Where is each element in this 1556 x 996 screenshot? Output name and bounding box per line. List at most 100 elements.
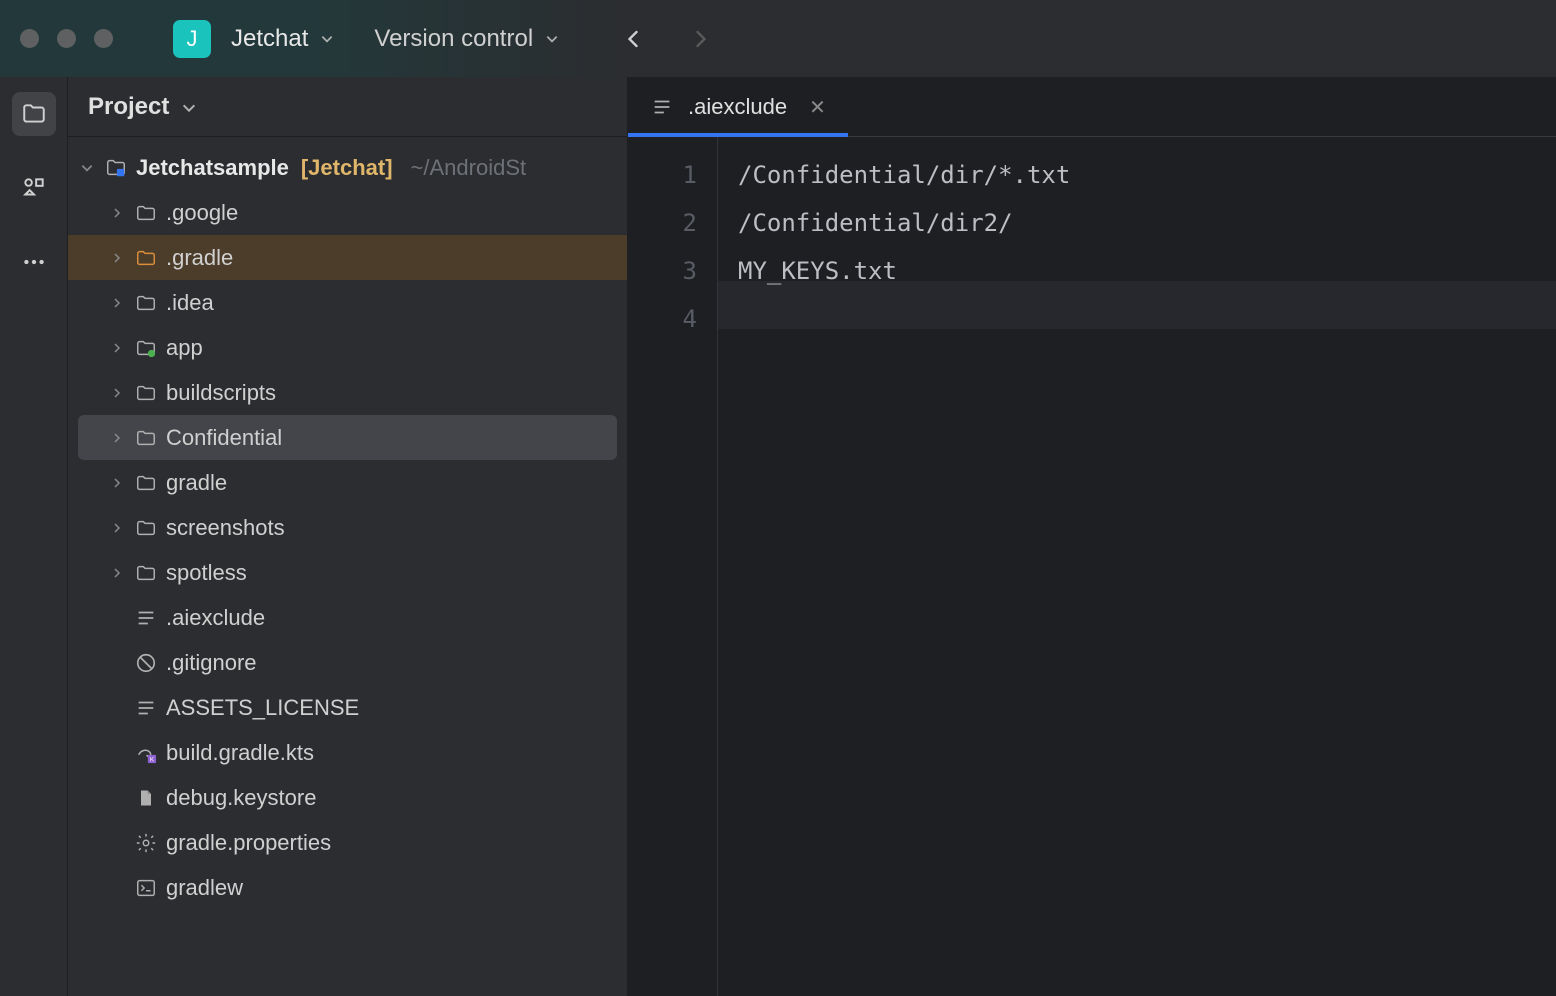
project-name: Jetchat bbox=[231, 25, 308, 53]
code-line: MY_KEYS.txt bbox=[738, 247, 1556, 295]
main-area: Project Jetchatsample [Jetchat] ~/Androi… bbox=[0, 77, 1556, 996]
code-line: /Confidential/dir2/ bbox=[738, 199, 1556, 247]
chevron-right-icon[interactable] bbox=[108, 297, 126, 309]
folder-icon bbox=[134, 201, 158, 225]
folder-icon bbox=[134, 426, 158, 450]
tree-item-label: .aiexclude bbox=[166, 605, 265, 631]
folder-icon bbox=[134, 561, 158, 585]
tree-root[interactable]: Jetchatsample [Jetchat] ~/AndroidSt bbox=[68, 145, 627, 190]
app-badge-letter: J bbox=[187, 26, 198, 52]
code-body: 1234 /Confidential/dir/*.txt/Confidentia… bbox=[628, 137, 1556, 996]
close-window-button[interactable] bbox=[20, 29, 39, 48]
textfile-icon bbox=[134, 606, 158, 630]
tree-item-spotless[interactable]: spotless bbox=[68, 550, 627, 595]
tree-item--gradle[interactable]: .gradle bbox=[68, 235, 627, 280]
svg-text:K: K bbox=[150, 756, 155, 763]
chevron-down-icon bbox=[320, 32, 334, 46]
tree-item-buildscripts[interactable]: buildscripts bbox=[68, 370, 627, 415]
code-content[interactable]: /Confidential/dir/*.txt/Confidential/dir… bbox=[718, 137, 1556, 996]
maximize-window-button[interactable] bbox=[94, 29, 113, 48]
tree-item-label: .google bbox=[166, 200, 238, 226]
gradle-kts-icon: K bbox=[134, 741, 158, 765]
tree-item-gradlew[interactable]: gradlew bbox=[68, 865, 627, 910]
module-folder-icon bbox=[104, 156, 128, 180]
tab-name: .aiexclude bbox=[688, 94, 787, 120]
tree-item-label: spotless bbox=[166, 560, 247, 586]
tree-item-gradle[interactable]: gradle bbox=[68, 460, 627, 505]
tree-item--aiexclude[interactable]: .aiexclude bbox=[68, 595, 627, 640]
more-tool-button[interactable] bbox=[12, 240, 56, 284]
project-dropdown[interactable]: Jetchat bbox=[231, 25, 334, 53]
project-panel-header[interactable]: Project bbox=[68, 77, 627, 137]
folder-icon bbox=[134, 291, 158, 315]
tree-item--google[interactable]: .google bbox=[68, 190, 627, 235]
project-panel: Project Jetchatsample [Jetchat] ~/Androi… bbox=[68, 77, 628, 996]
folder-icon bbox=[134, 246, 158, 270]
chevron-right-icon[interactable] bbox=[108, 207, 126, 219]
chevron-right-icon[interactable] bbox=[108, 252, 126, 264]
chevron-right-icon[interactable] bbox=[108, 342, 126, 354]
tree-item-label: app bbox=[166, 335, 203, 361]
tree-item-assets-license[interactable]: ASSETS_LICENSE bbox=[68, 685, 627, 730]
nav-back-button[interactable] bbox=[619, 25, 647, 53]
module-icon bbox=[134, 336, 158, 360]
terminal-icon bbox=[134, 876, 158, 900]
vcs-dropdown[interactable]: Version control bbox=[374, 25, 559, 53]
tool-rail bbox=[0, 77, 68, 996]
folder-icon bbox=[134, 516, 158, 540]
tree-item-label: screenshots bbox=[166, 515, 285, 541]
root-path: ~/AndroidSt bbox=[411, 155, 527, 181]
app-badge: J bbox=[173, 20, 211, 58]
project-tool-button[interactable] bbox=[12, 92, 56, 136]
folder-icon bbox=[134, 381, 158, 405]
chevron-down-icon bbox=[545, 32, 559, 46]
line-number: 4 bbox=[628, 295, 697, 343]
close-tab-button[interactable]: ✕ bbox=[809, 95, 826, 120]
line-number: 3 bbox=[628, 247, 697, 295]
tree-item-label: .gitignore bbox=[166, 650, 257, 676]
tree-item-app[interactable]: app bbox=[68, 325, 627, 370]
editor-tab-bar: .aiexclude ✕ bbox=[628, 77, 1556, 137]
line-number: 1 bbox=[628, 151, 697, 199]
editor-area: .aiexclude ✕ 1234 /Confidential/dir/*.tx… bbox=[628, 77, 1556, 996]
chevron-right-icon[interactable] bbox=[108, 477, 126, 489]
project-tree[interactable]: Jetchatsample [Jetchat] ~/AndroidSt .goo… bbox=[68, 137, 627, 996]
chevron-down-icon bbox=[181, 100, 195, 114]
code-line: /Confidential/dir/*.txt bbox=[738, 151, 1556, 199]
tree-item--gitignore[interactable]: .gitignore bbox=[68, 640, 627, 685]
tree-item-label: .idea bbox=[166, 290, 214, 316]
tree-item-gradle-properties[interactable]: gradle.properties bbox=[68, 820, 627, 865]
tree-item-debug-keystore[interactable]: debug.keystore bbox=[68, 775, 627, 820]
chevron-right-icon[interactable] bbox=[108, 567, 126, 579]
minimize-window-button[interactable] bbox=[57, 29, 76, 48]
chevron-right-icon[interactable] bbox=[108, 522, 126, 534]
tree-item-label: debug.keystore bbox=[166, 785, 316, 811]
file-icon bbox=[134, 786, 158, 810]
folder-icon bbox=[134, 471, 158, 495]
gear-icon bbox=[134, 831, 158, 855]
tree-item-label: gradle bbox=[166, 470, 227, 496]
textfile-icon bbox=[650, 95, 674, 119]
line-number: 2 bbox=[628, 199, 697, 247]
chevron-down-icon[interactable] bbox=[78, 161, 96, 175]
window-controls bbox=[20, 29, 113, 48]
tree-item-confidential[interactable]: Confidential bbox=[78, 415, 617, 460]
tree-item--idea[interactable]: .idea bbox=[68, 280, 627, 325]
nav-arrows bbox=[619, 25, 715, 53]
root-bracket: [Jetchat] bbox=[301, 155, 393, 181]
nav-forward-button[interactable] bbox=[687, 25, 715, 53]
vcs-label: Version control bbox=[374, 25, 533, 53]
gitignore-icon bbox=[134, 651, 158, 675]
root-name: Jetchatsample bbox=[136, 155, 289, 181]
tree-item-screenshots[interactable]: screenshots bbox=[68, 505, 627, 550]
chevron-right-icon[interactable] bbox=[108, 432, 126, 444]
structure-tool-button[interactable] bbox=[12, 166, 56, 210]
tree-item-build-gradle-kts[interactable]: Kbuild.gradle.kts bbox=[68, 730, 627, 775]
tree-item-label: gradlew bbox=[166, 875, 243, 901]
tree-item-label: gradle.properties bbox=[166, 830, 331, 856]
line-gutter: 1234 bbox=[628, 137, 718, 996]
titlebar: J Jetchat Version control bbox=[0, 0, 1556, 77]
tree-item-label: ASSETS_LICENSE bbox=[166, 695, 359, 721]
editor-tab[interactable]: .aiexclude ✕ bbox=[628, 78, 848, 136]
chevron-right-icon[interactable] bbox=[108, 387, 126, 399]
